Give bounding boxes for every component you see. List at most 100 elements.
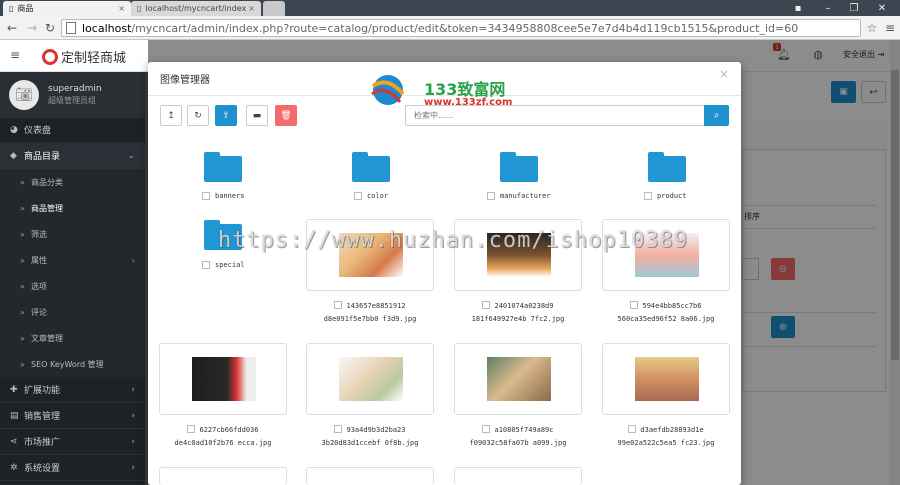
image-checkbox[interactable] <box>482 425 491 433</box>
search-input[interactable] <box>405 105 705 126</box>
image-filename-line: a10805f749a89c <box>438 424 598 437</box>
search-icon: ⌕ <box>713 110 720 121</box>
refresh-icon: ↻ <box>194 110 202 121</box>
sidebar-item-label: 评论 <box>31 307 47 317</box>
folder-icon[interactable] <box>352 152 390 182</box>
portrait-photo-image <box>635 357 699 401</box>
sidebar-item-label: 选项 <box>31 281 47 291</box>
folder-item[interactable]: special <box>202 261 245 269</box>
folder-icon[interactable] <box>500 152 538 182</box>
parent-folder-button[interactable]: ↥ <box>160 105 182 126</box>
sidebar-subitem-6[interactable]: » 选项 <box>0 273 145 299</box>
watermark-brand-url: www.133zf.com <box>424 97 513 108</box>
image-thumbnail[interactable] <box>454 343 582 415</box>
sidebar-subitem-8[interactable]: » 文章管理 <box>0 325 145 351</box>
forward-arrow-icon[interactable]: → <box>24 20 40 36</box>
page-icon: ▯ <box>9 4 14 13</box>
image-filename-line: d3aefdb28893d1e <box>586 424 746 437</box>
image-filename-line: 99e02a522c5ea5 fc23.jpg <box>617 439 715 447</box>
image-checkbox[interactable] <box>630 301 639 309</box>
image-filename: d3aefdb28893d1e 99e02a522c5ea5 fc23.jpg <box>586 424 746 450</box>
maximize-icon[interactable]: ❐ <box>841 0 867 16</box>
image-thumbnail[interactable] <box>306 343 434 415</box>
search-button[interactable]: ⌕ <box>704 105 729 126</box>
browser-tab-active[interactable]: ▯ 商品 × <box>3 1 131 16</box>
refresh-button[interactable]: ↻ <box>187 105 209 126</box>
folder-checkbox[interactable] <box>202 261 210 269</box>
window-close-icon[interactable]: ✕ <box>869 0 895 16</box>
dashboard-icon: ◕ <box>10 124 18 135</box>
double-angle-icon: » <box>20 281 25 291</box>
close-tab-icon[interactable]: × <box>248 4 255 13</box>
logo[interactable]: 定制轻商城 <box>42 47 126 66</box>
sidebar-subitem-7[interactable]: » 评论 <box>0 299 145 325</box>
upload-button[interactable]: ⇪ <box>215 105 237 126</box>
chevron-right-icon: › <box>131 410 135 421</box>
new-tab-button[interactable] <box>263 1 285 16</box>
folder-item[interactable]: manufacturer <box>487 192 551 200</box>
image-checkbox[interactable] <box>482 301 491 309</box>
cart-icon: ▤ <box>10 410 19 421</box>
image-thumbnail[interactable] <box>306 467 434 485</box>
delete-button[interactable]: 🗑︎ <box>275 105 297 126</box>
image-checkbox[interactable] <box>334 301 343 309</box>
sidebar-item-11[interactable]: ▤ 销售管理 › <box>0 403 145 429</box>
level-up-icon: ↥ <box>167 110 175 121</box>
image-filename-line: 6227cb66fdd036 <box>143 424 303 437</box>
image-thumbnail[interactable] <box>159 467 287 485</box>
bookmark-star-icon[interactable]: ☆ <box>864 20 880 36</box>
image-checkbox[interactable] <box>628 425 637 433</box>
sidebar-item-0[interactable]: ◕ 仪表盘 <box>0 117 145 143</box>
sidebar-subitem-4[interactable]: » 筛选 <box>0 221 145 247</box>
folder-checkbox[interactable] <box>354 192 362 200</box>
new-folder-button[interactable]: ▬ <box>246 105 268 126</box>
image-filename: 2401074a0238d9 181f649927e4b 7fc2.jpg <box>438 300 598 326</box>
user-profile-icon[interactable]: ▪ <box>785 0 811 16</box>
folder-icon[interactable] <box>648 152 686 182</box>
logo-mark-icon <box>42 48 58 65</box>
folder-item[interactable]: product <box>644 192 687 200</box>
url-field[interactable]: localhost/mycncart/admin/index.php?route… <box>61 19 861 37</box>
url-text: localhost/mycncart/admin/index.php?route… <box>82 22 798 35</box>
image-checkbox[interactable] <box>187 425 196 433</box>
avatar[interactable]: 📷︎ <box>9 80 39 110</box>
browser-tab[interactable]: ▯ localhost/mycncart/index × <box>131 1 261 16</box>
chevron-right-icon: › <box>131 462 135 473</box>
browser-menu-icon[interactable]: ≡ <box>882 20 898 36</box>
image-checkbox[interactable] <box>334 425 343 433</box>
folder-item[interactable]: color <box>354 192 388 200</box>
back-arrow-icon[interactable]: ← <box>4 20 20 36</box>
watermark-logo-icon <box>371 75 405 105</box>
chevron-right-icon: › <box>131 384 135 395</box>
trash-icon: 🗑︎ <box>280 110 292 121</box>
close-tab-icon[interactable]: × <box>118 4 125 13</box>
folder-icon[interactable] <box>204 152 242 182</box>
menu-toggle-icon[interactable]: ≡ <box>10 48 20 62</box>
sidebar-item-12[interactable]: ⋖ 市场推广 › <box>0 429 145 455</box>
folder-checkbox[interactable] <box>202 192 210 200</box>
folder-checkbox[interactable] <box>487 192 495 200</box>
image-filename-line: 93a4d9b3d2ba23 <box>290 424 450 437</box>
sidebar-item-13[interactable]: ✲ 系统设置 › <box>0 455 145 481</box>
image-thumbnail[interactable] <box>454 467 582 485</box>
minimize-icon[interactable]: – <box>815 0 841 16</box>
folder-checkbox[interactable] <box>644 192 652 200</box>
reload-icon[interactable]: ↻ <box>42 20 58 36</box>
sidebar-item-10[interactable]: ✚ 扩展功能 › <box>0 377 145 403</box>
camera-icon: 📷︎ <box>15 87 33 103</box>
sidebar-subitem-3[interactable]: » 商品管理 <box>0 195 145 221</box>
sidebar-item-label: 扩展功能 <box>24 386 61 396</box>
folder-item[interactable]: banners <box>202 192 245 200</box>
double-angle-icon: » <box>20 229 25 239</box>
image-thumbnail[interactable] <box>602 343 730 415</box>
sidebar-item-label: 商品管理 <box>31 203 63 213</box>
folder-name: special <box>215 261 245 269</box>
sidebar-item-1[interactable]: ◆ 商品目录 ⌄ <box>0 143 145 169</box>
filename-part: 2401074a0238d9 <box>494 302 554 310</box>
sidebar-subitem-5[interactable]: » 属性 › <box>0 247 145 273</box>
sidebar-subitem-9[interactable]: » SEO KeyWord 管理 <box>0 351 145 377</box>
sidebar-subitem-2[interactable]: » 商品分类 <box>0 169 145 195</box>
image-thumbnail[interactable] <box>159 343 287 415</box>
photo-display-image <box>339 357 403 401</box>
modal-close-icon[interactable]: × <box>719 67 729 81</box>
